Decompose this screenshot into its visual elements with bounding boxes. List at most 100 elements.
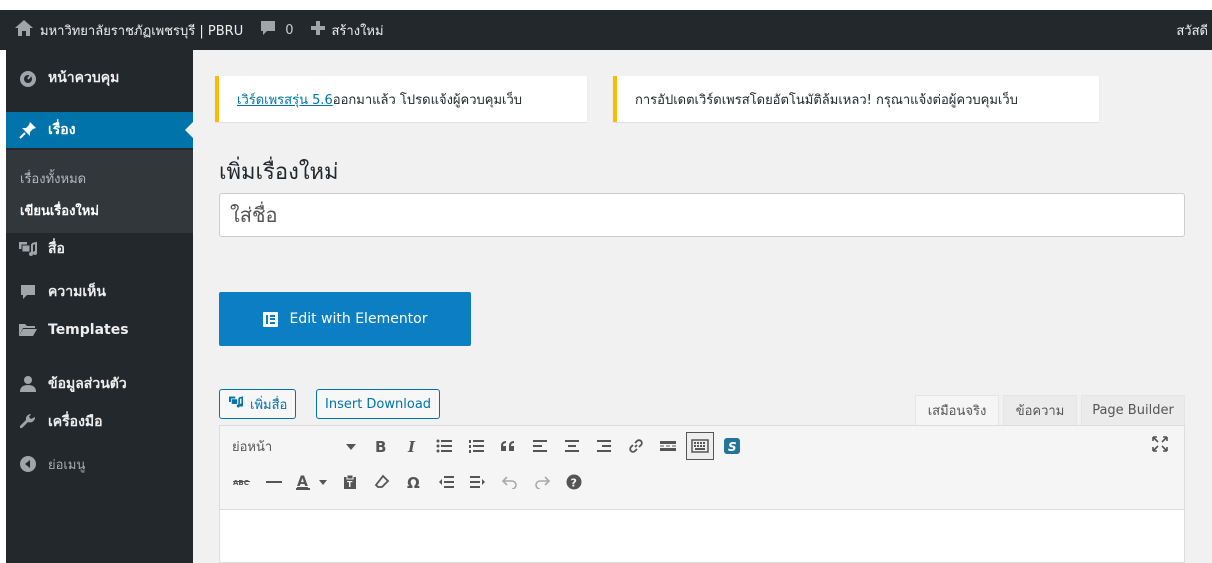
svg-text:S: S (728, 440, 737, 454)
pushpin-icon (18, 120, 38, 140)
menu-item-posts[interactable]: เรื่อง (6, 112, 193, 148)
svg-text:?: ? (571, 477, 577, 490)
tab-visual[interactable]: เสมือนจริง (915, 395, 999, 425)
auto-update-failed-text: การอัปเดตเวิร์ดเพรสโดยอัตโนมัติล้มเหลว! … (635, 92, 1018, 108)
plus-icon (310, 20, 332, 40)
menu-item-media[interactable]: สื่อ (6, 231, 193, 267)
special-character-icon[interactable]: Ω (400, 468, 428, 496)
tab-text[interactable]: ข้อความ (1003, 395, 1077, 425)
shortcode-plugin-icon[interactable]: S (718, 432, 746, 460)
menu-item-tools[interactable]: เครื่องมือ (6, 404, 193, 440)
toolbar-row-1: ย่อหน้า B I S (226, 428, 748, 464)
format-select-value: ย่อหน้า (232, 439, 273, 455)
text-color-icon[interactable]: A (292, 468, 332, 496)
redo-icon[interactable] (528, 468, 556, 496)
new-content-link[interactable]: สร้างใหม่ (302, 10, 392, 50)
admin-bar: มหาวิทยาลัยราชภัฏเพชรบุรี | PBRU 0 สร้าง… (0, 0, 1212, 50)
menu-item-templates[interactable]: Templates (6, 312, 193, 348)
editor-toolbar: ย่อหน้า B I S ABC A T Ω ? (220, 426, 1184, 510)
site-name-link[interactable]: มหาวิทยาลัยราชภัฏเพชรบุรี | PBRU (0, 10, 251, 50)
elementor-icon (262, 311, 278, 327)
align-center-icon[interactable] (558, 432, 586, 460)
svg-text:Ω: Ω (407, 474, 420, 490)
strikethrough-icon[interactable]: ABC (228, 468, 256, 496)
main-content: เวิร์ดเพรสรุ่น 5.6 ออกมาแล้ว โปรดแจ้งผู้… (193, 50, 1212, 563)
collapse-arrow-icon (18, 454, 38, 474)
menu-item-profile[interactable]: ข้อมูลส่วนตัว (6, 366, 193, 402)
menu-label-comments: ความเห็น (48, 284, 106, 300)
outdent-icon[interactable] (432, 468, 460, 496)
toolbar-toggle-icon[interactable] (686, 432, 714, 460)
indent-icon[interactable] (464, 468, 492, 496)
align-left-icon[interactable] (526, 432, 554, 460)
menu-item-dashboard[interactable]: หน้าควบคุม (6, 60, 193, 96)
dashboard-icon (18, 68, 38, 88)
bullet-list-icon[interactable] (430, 432, 458, 460)
current-menu-pointer (185, 122, 193, 138)
fullscreen-icon[interactable] (1146, 430, 1174, 458)
undo-icon[interactable] (496, 468, 524, 496)
post-title-input[interactable] (219, 193, 1185, 237)
edit-with-elementor-button[interactable]: Edit with Elementor (219, 292, 471, 346)
italic-button[interactable]: I (398, 432, 426, 460)
svg-text:B: B (375, 438, 386, 454)
folder-icon (18, 320, 38, 340)
svg-text:ABC: ABC (233, 479, 249, 487)
paste-text-icon[interactable]: T (336, 468, 364, 496)
collapse-menu-label: ย่อเมนู (48, 457, 86, 473)
menu-label-dashboard: หน้าควบคุม (48, 70, 120, 86)
bold-button[interactable]: B (366, 432, 394, 460)
menu-label-templates: Templates (48, 322, 129, 338)
menu-label-tools: เครื่องมือ (48, 414, 103, 430)
media-icon (18, 239, 38, 259)
add-media-button[interactable]: เพิ่มสื่อ (219, 389, 297, 419)
update-text: ออกมาแล้ว โปรดแจ้งผู้ควบคุมเว็บ (332, 92, 523, 108)
user-icon (18, 374, 38, 394)
elementor-button-label: Edit with Elementor (289, 311, 428, 327)
link-icon[interactable] (622, 432, 650, 460)
svg-text:I: I (407, 438, 416, 454)
home-icon (14, 19, 40, 41)
help-icon[interactable]: ? (560, 468, 588, 496)
comment-icon (18, 282, 38, 302)
add-media-label: เพิ่มสื่อ (250, 397, 288, 413)
collapse-menu-button[interactable]: ย่อเมนู (6, 446, 193, 482)
svg-text:T: T (347, 480, 353, 489)
menu-item-comments[interactable]: ความเห็น (6, 274, 193, 310)
comments-count: 0 (285, 22, 294, 38)
horizontal-line-icon[interactable] (260, 468, 288, 496)
submenu-all-posts[interactable]: เรื่องทั้งหมด (20, 168, 86, 189)
numbered-list-icon[interactable] (462, 432, 490, 460)
posts-submenu: เรื่องทั้งหมด เขียนเรื่องใหม่ (6, 150, 193, 233)
admin-sidebar: หน้าควบคุม เรื่อง เรื่องทั้งหมด เขียนเรื… (0, 50, 193, 563)
update-nag-notice: เวิร์ดเพรสรุ่น 5.6 ออกมาแล้ว โปรดแจ้งผู้… (215, 76, 587, 122)
dropdown-arrow-icon (346, 439, 356, 454)
menu-label-posts: เรื่อง (48, 122, 76, 138)
read-more-icon[interactable] (654, 432, 682, 460)
comment-icon (259, 20, 283, 40)
blockquote-icon[interactable] (494, 432, 522, 460)
svg-text:A: A (297, 474, 308, 490)
my-account-link[interactable]: สวัสดี (1176, 10, 1212, 50)
comments-link[interactable]: 0 (251, 10, 301, 50)
align-right-icon[interactable] (590, 432, 618, 460)
site-name: มหาวิทยาลัยราชภัฏเพชรบุรี | PBRU (40, 23, 244, 39)
menu-label-profile: ข้อมูลส่วนตัว (48, 376, 127, 392)
content-editor: ย่อหน้า B I S ABC A T Ω ? (219, 425, 1185, 563)
media-icon (228, 395, 250, 413)
tab-page-builder[interactable]: Page Builder (1081, 395, 1185, 425)
update-link[interactable]: เวิร์ดเพรสรุ่น 5.6 (237, 89, 333, 110)
toolbar-row-2: ABC A T Ω ? (226, 464, 590, 500)
auto-update-failed-notice: การอัปเดตเวิร์ดเพรสโดยอัตโนมัติล้มเหลว! … (613, 76, 1099, 122)
format-select[interactable]: ย่อหน้า (226, 432, 362, 460)
clear-formatting-icon[interactable] (368, 468, 396, 496)
submenu-add-new[interactable]: เขียนเรื่องใหม่ (20, 200, 99, 221)
editor-content-area[interactable] (220, 511, 1184, 562)
page-title: เพิ่มเรื่องใหม่ (219, 160, 339, 185)
insert-download-button[interactable]: Insert Download (316, 389, 441, 419)
frame-border-top (0, 0, 1212, 10)
greeting: สวัสดี (1176, 23, 1208, 39)
wrench-icon (18, 412, 38, 432)
new-label: สร้างใหม่ (331, 23, 384, 39)
menu-label-media: สื่อ (48, 241, 65, 257)
